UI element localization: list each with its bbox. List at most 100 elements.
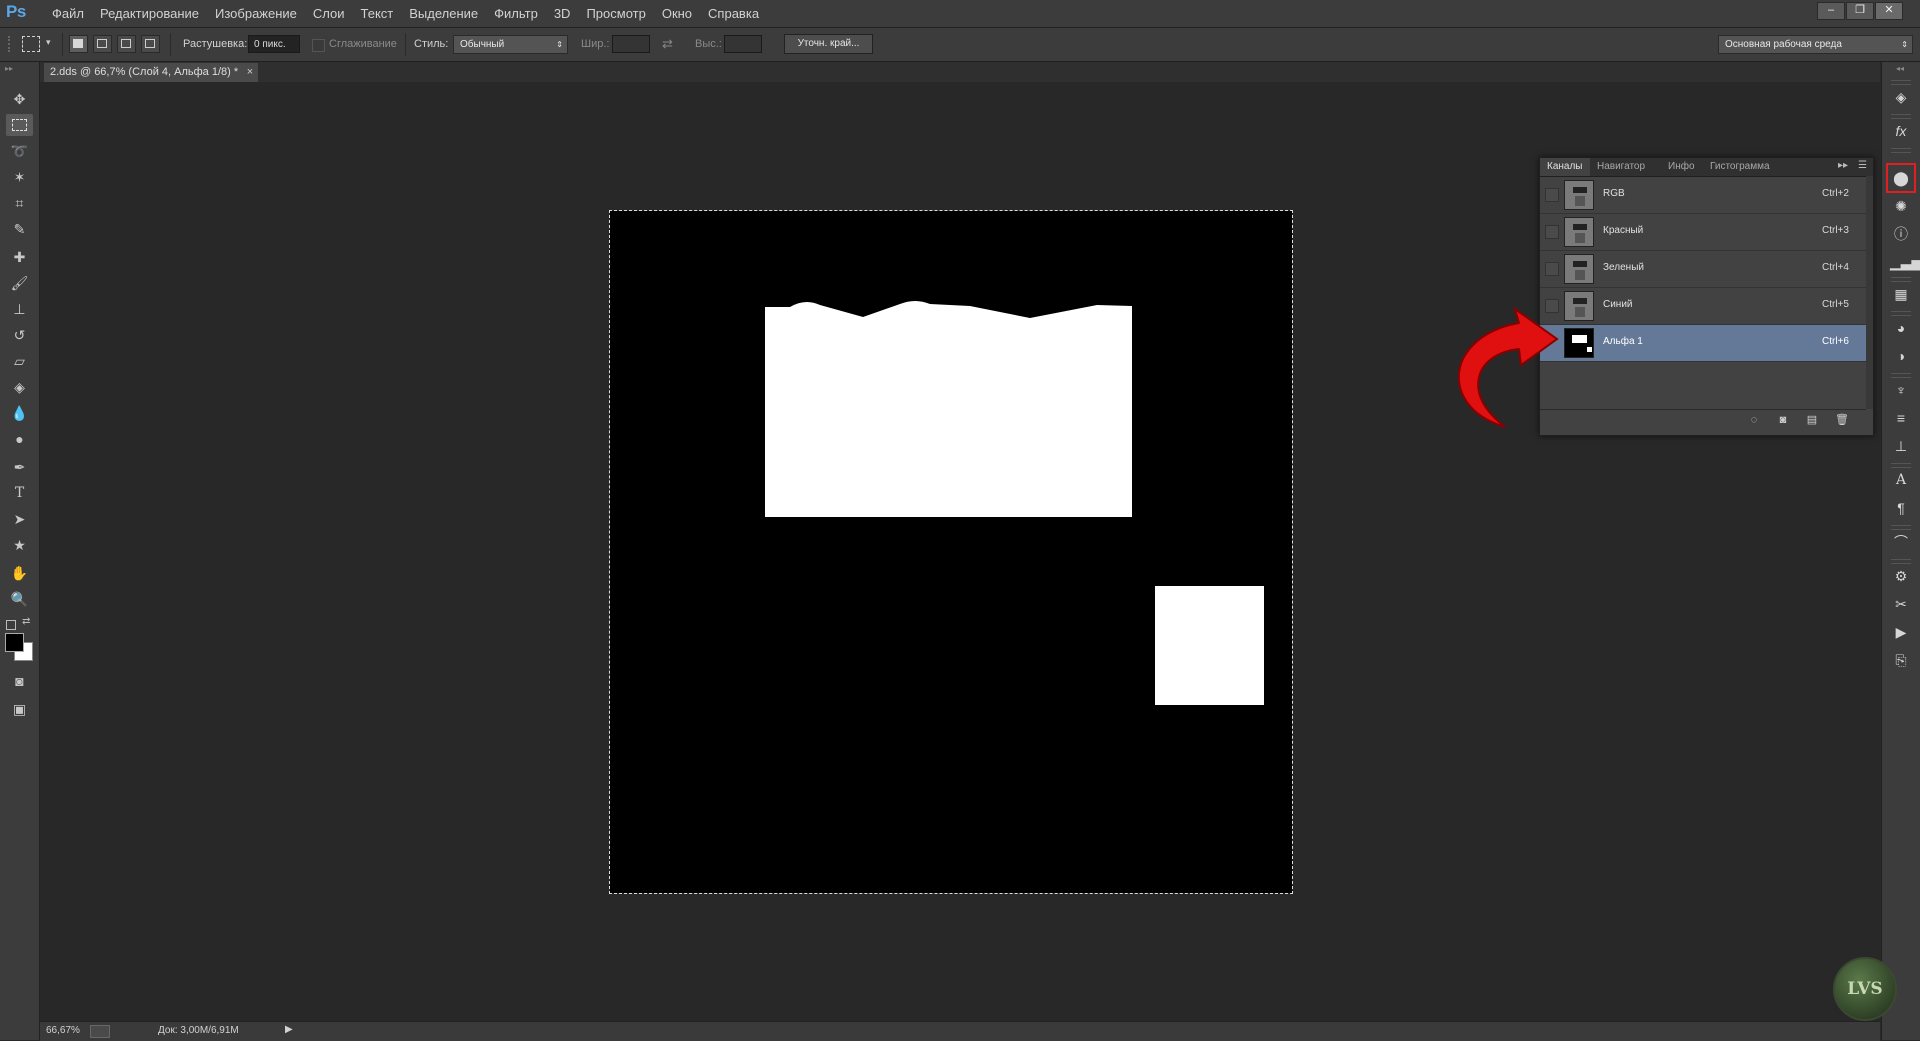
magic-wand-tool-icon[interactable]: ✶ — [6, 166, 33, 188]
menu-window[interactable]: Окно — [654, 0, 700, 27]
actions-icon[interactable]: ▶ — [1890, 621, 1912, 643]
visibility-toggle[interactable] — [1545, 188, 1559, 202]
width-input[interactable] — [612, 35, 650, 53]
menu-select[interactable]: Выделение — [401, 0, 486, 27]
foreground-color-swatch[interactable] — [5, 633, 24, 652]
menu-help[interactable]: Справка — [700, 0, 767, 27]
close-tab-icon[interactable]: × — [247, 63, 253, 82]
tab-info[interactable]: Инфо — [1661, 158, 1702, 176]
menu-edit[interactable]: Редактирование — [92, 0, 207, 27]
minimize-button[interactable]: – — [1817, 2, 1845, 20]
height-input[interactable] — [724, 35, 762, 53]
visibility-toggle[interactable] — [1545, 225, 1559, 239]
channel-row-blue[interactable]: Синий Ctrl+5 — [1540, 288, 1866, 325]
character-icon[interactable]: A — [1890, 469, 1912, 491]
feather-input[interactable]: 0 пикс. — [248, 35, 300, 53]
subtract-selection-icon[interactable] — [117, 35, 136, 53]
dodge-tool-icon[interactable]: ● — [6, 428, 33, 450]
workspace-select[interactable]: Основная рабочая среда ⇕ — [1718, 35, 1913, 54]
panel-menu-icon[interactable]: ☰ — [1858, 160, 1867, 171]
blur-tool-icon[interactable]: 💧 — [6, 402, 33, 424]
menu-file[interactable]: Файл — [44, 0, 92, 27]
quick-mask-icon[interactable]: ◙ — [6, 670, 33, 692]
document-tab[interactable]: 2.dds @ 66,7% (Слой 4, Альфа 1/8) * × — [44, 63, 259, 82]
panel-scrollbar[interactable] — [1866, 176, 1873, 409]
new-selection-icon[interactable] — [69, 35, 88, 53]
paths-icon[interactable]: ⌒ — [1890, 531, 1912, 553]
menu-type[interactable]: Текст — [353, 0, 402, 27]
type-tool-icon[interactable]: T — [6, 482, 33, 504]
history-icon[interactable]: ⎘ — [1890, 649, 1912, 671]
channels-icon[interactable]: ⬤ — [1886, 163, 1916, 193]
tool-presets-icon[interactable]: ✂ — [1890, 593, 1912, 615]
pen-tool-icon[interactable]: ✒ — [6, 456, 33, 478]
eraser-tool-icon[interactable]: ▱ — [6, 350, 33, 372]
crop-tool-icon[interactable]: ⌗ — [6, 192, 33, 214]
tab-navigator[interactable]: Навигатор — [1590, 158, 1652, 176]
rectangular-marquee-tool-icon[interactable] — [6, 114, 33, 136]
restore-button[interactable]: ❐ — [1846, 2, 1874, 20]
zoom-level[interactable]: 66,67% — [46, 1025, 80, 1036]
antialias-checkbox[interactable] — [312, 39, 325, 52]
refine-edge-button[interactable]: Уточн. край... — [784, 34, 873, 54]
hand-tool-icon[interactable]: ✋ — [6, 562, 33, 584]
style-select[interactable]: Обычный ⇕ — [453, 35, 568, 54]
menu-3d[interactable]: 3D — [546, 0, 579, 27]
swatches-icon[interactable]: ▦ — [1890, 283, 1912, 305]
move-tool-icon[interactable]: ✥ — [6, 88, 33, 110]
properties-icon[interactable]: ⚙ — [1890, 565, 1912, 587]
tab-channels[interactable]: Каналы — [1540, 158, 1590, 176]
intersect-selection-icon[interactable] — [141, 35, 160, 53]
menu-filter[interactable]: Фильтр — [486, 0, 546, 27]
path-selection-tool-icon[interactable]: ➤ — [6, 508, 33, 530]
shape-tool-icon[interactable]: ★ — [6, 534, 33, 556]
spot-healing-tool-icon[interactable]: ✚ — [6, 246, 33, 268]
channel-row-alpha-1[interactable]: Альфа 1 Ctrl+6 — [1540, 325, 1866, 362]
default-colors-icon[interactable] — [6, 620, 16, 630]
visibility-toggle[interactable] — [1545, 262, 1559, 276]
paragraph-icon[interactable]: ¶ — [1890, 497, 1912, 519]
menu-image[interactable]: Изображение — [207, 0, 305, 27]
zoom-tool-icon[interactable]: 🔍 — [6, 588, 33, 610]
histogram-icon[interactable]: ▁▃▅ — [1890, 251, 1920, 273]
screen-mode-icon[interactable]: ▣ — [6, 698, 33, 720]
delete-channel-icon[interactable]: 🗑 — [1834, 413, 1850, 427]
adjustments-icon[interactable]: ◑ — [1890, 345, 1912, 367]
save-selection-icon[interactable]: ◙ — [1775, 413, 1791, 427]
status-preview-icon[interactable] — [90, 1025, 110, 1038]
channel-row-green[interactable]: Зеленый Ctrl+4 — [1540, 251, 1866, 288]
collapse-dock-icon[interactable]: ◂◂ — [1896, 64, 1904, 73]
menu-view[interactable]: Просмотр — [578, 0, 653, 27]
brush-tool-icon[interactable]: 🖌 — [6, 272, 33, 294]
menu-layers[interactable]: Слои — [305, 0, 353, 27]
navigator-icon[interactable]: ✺ — [1890, 195, 1912, 217]
status-menu-arrow-icon[interactable]: ▶ — [285, 1024, 293, 1035]
collapse-icon[interactable]: ▸▸ — [5, 64, 13, 73]
lasso-tool-icon[interactable]: ➰ — [6, 140, 33, 162]
clone-stamp-tool-icon[interactable]: ⊥ — [6, 298, 33, 320]
clone-source-icon[interactable]: ⊥ — [1890, 435, 1912, 457]
brush-panel-icon[interactable]: ≡ — [1890, 407, 1912, 429]
swap-icon[interactable]: ⇄ — [662, 36, 673, 52]
chevron-down-icon[interactable]: ▾ — [46, 37, 51, 48]
layers-icon[interactable]: ◈ — [1890, 86, 1912, 108]
info-icon[interactable]: ⓘ — [1890, 223, 1912, 245]
eyedropper-tool-icon[interactable]: ✎ — [6, 218, 33, 240]
document-canvas-alpha-channel[interactable] — [609, 210, 1293, 894]
fx-styles-icon[interactable]: fx — [1890, 120, 1912, 142]
close-button[interactable]: ✕ — [1875, 2, 1903, 20]
paint-bucket-tool-icon[interactable]: ◈ — [6, 376, 33, 398]
new-channel-icon[interactable]: ▤ — [1804, 413, 1820, 427]
marquee-preset-icon[interactable] — [22, 36, 40, 52]
collapse-panel-icon[interactable]: ▸▸ — [1838, 160, 1848, 171]
add-to-selection-icon[interactable] — [93, 35, 112, 53]
load-selection-icon[interactable]: ◌ — [1746, 413, 1762, 427]
channel-row-red[interactable]: Красный Ctrl+3 — [1540, 214, 1866, 251]
channel-row-rgb[interactable]: RGB Ctrl+2 — [1540, 177, 1866, 214]
brush-presets-icon[interactable]: ♆ — [1890, 379, 1912, 401]
history-brush-tool-icon[interactable]: ↺ — [6, 324, 33, 346]
color-icon[interactable]: ◕ — [1890, 317, 1912, 339]
swap-colors-icon[interactable]: ⇄ — [22, 616, 30, 627]
width-label: Шир.: — [581, 38, 610, 50]
tab-histogram[interactable]: Гистограмма — [1703, 158, 1777, 176]
